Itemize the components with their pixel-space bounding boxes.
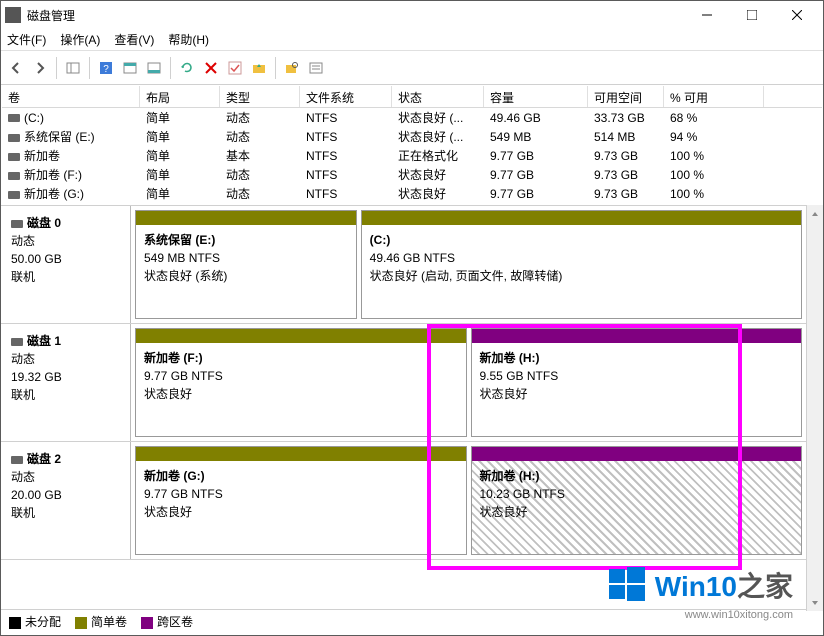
svg-text:?: ? [103, 64, 109, 75]
square-black-icon [9, 617, 21, 629]
menu-help[interactable]: 帮助(H) [168, 31, 209, 48]
col-type[interactable]: 类型 [220, 86, 300, 107]
window-title: 磁盘管理 [27, 7, 684, 24]
table-row[interactable]: 系统保留 (E:)简单动态NTFS状态良好 (...549 MB514 MB94… [2, 127, 822, 146]
square-olive-icon [75, 617, 87, 629]
volume-color-bar [136, 329, 466, 343]
separator-icon [170, 57, 171, 79]
toolbar: ? [1, 51, 823, 85]
minimize-button[interactable] [684, 1, 729, 29]
volume-color-bar [362, 211, 801, 225]
titlebar: 磁盘管理 [1, 1, 823, 29]
forward-icon[interactable] [29, 57, 51, 79]
refresh-icon[interactable] [176, 57, 198, 79]
graphical-view: 磁盘 0动态50.00 GB联机系统保留 (E:)549 MB NTFS状态良好… [1, 205, 823, 609]
volume-block[interactable]: 新加卷 (H:)10.23 GB NTFS状态良好 [471, 446, 803, 555]
table-row[interactable]: 新加卷 (F:)简单动态NTFS状态良好9.77 GB9.73 GB100 % [2, 165, 822, 184]
disk-volumes: 新加卷 (G:)9.77 GB NTFS状态良好新加卷 (H:)10.23 GB… [131, 442, 806, 559]
windows-logo-icon [607, 565, 647, 605]
volume-block[interactable]: 新加卷 (F:)9.77 GB NTFS状态良好 [135, 328, 467, 437]
table-row[interactable]: (C:)简单动态NTFS状态良好 (...49.46 GB33.73 GB68 … [2, 108, 822, 127]
volume-block[interactable]: 系统保留 (E:)549 MB NTFS状态良好 (系统) [135, 210, 357, 319]
legend-simple: 简单卷 [75, 613, 127, 630]
disk-volumes: 新加卷 (F:)9.77 GB NTFS状态良好新加卷 (H:)9.55 GB … [131, 324, 806, 441]
check-icon[interactable] [224, 57, 246, 79]
show-hide-tree-icon[interactable] [62, 57, 84, 79]
back-icon[interactable] [5, 57, 27, 79]
disk-info[interactable]: 磁盘 2动态20.00 GB联机 [1, 442, 131, 559]
disk-row: 磁盘 1动态19.32 GB联机新加卷 (F:)9.77 GB NTFS状态良好… [1, 324, 823, 442]
legend-unallocated: 未分配 [9, 613, 61, 630]
help-icon[interactable]: ? [95, 57, 117, 79]
window: 磁盘管理 文件(F) 操作(A) 查看(V) 帮助(H) ? 卷 布局 [0, 0, 824, 636]
view-top-icon[interactable] [119, 57, 141, 79]
volume-color-bar [136, 447, 466, 461]
table-row[interactable]: 新加卷 (G:)简单动态NTFS状态良好9.77 GB9.73 GB100 % [2, 184, 822, 203]
volume-block[interactable]: 新加卷 (G:)9.77 GB NTFS状态良好 [135, 446, 467, 555]
table-row[interactable]: 新加卷简单基本NTFS正在格式化9.77 GB9.73 GB100 % [2, 146, 822, 165]
list-header: 卷 布局 类型 文件系统 状态 容量 可用空间 % 可用 [2, 86, 822, 108]
col-status[interactable]: 状态 [392, 86, 484, 107]
separator-icon [275, 57, 276, 79]
col-fs[interactable]: 文件系统 [300, 86, 392, 107]
volume-color-bar [472, 329, 802, 343]
volume-color-bar [472, 447, 802, 461]
menu-action[interactable]: 操作(A) [60, 31, 100, 48]
menu-view[interactable]: 查看(V) [114, 31, 154, 48]
scroll-down-icon[interactable] [807, 594, 823, 611]
disk-info[interactable]: 磁盘 1动态19.32 GB联机 [1, 324, 131, 441]
folder-up-icon[interactable] [248, 57, 270, 79]
scroll-up-icon[interactable] [807, 205, 823, 222]
menu-file[interactable]: 文件(F) [7, 31, 46, 48]
disk-volumes: 系统保留 (E:)549 MB NTFS状态良好 (系统)(C:)49.46 G… [131, 206, 806, 323]
scrollbar-vertical[interactable] [806, 205, 823, 611]
view-bottom-icon[interactable] [143, 57, 165, 79]
volume-color-bar [136, 211, 356, 225]
disk-row: 磁盘 0动态50.00 GB联机系统保留 (E:)549 MB NTFS状态良好… [1, 206, 823, 324]
col-capacity[interactable]: 容量 [484, 86, 588, 107]
watermark-url: www.win10xitong.com [685, 609, 793, 621]
settings-icon[interactable] [305, 57, 327, 79]
menubar: 文件(F) 操作(A) 查看(V) 帮助(H) [1, 29, 823, 51]
app-icon [5, 7, 21, 23]
disk-row: 磁盘 2动态20.00 GB联机新加卷 (G:)9.77 GB NTFS状态良好… [1, 442, 823, 560]
disk-info[interactable]: 磁盘 0动态50.00 GB联机 [1, 206, 131, 323]
square-purple-icon [141, 617, 153, 629]
legend-spanned: 跨区卷 [141, 613, 193, 630]
delete-icon[interactable] [200, 57, 222, 79]
col-pct[interactable]: % 可用 [664, 86, 764, 107]
maximize-button[interactable] [729, 1, 774, 29]
col-volume[interactable]: 卷 [2, 86, 140, 107]
volume-list: 卷 布局 类型 文件系统 状态 容量 可用空间 % 可用 (C:)简单动态NTF… [1, 85, 823, 205]
volume-block[interactable]: (C:)49.46 GB NTFS状态良好 (启动, 页面文件, 故障转储) [361, 210, 802, 319]
close-button[interactable] [774, 1, 819, 29]
col-free[interactable]: 可用空间 [588, 86, 664, 107]
separator-icon [89, 57, 90, 79]
folder-search-icon[interactable] [281, 57, 303, 79]
separator-icon [56, 57, 57, 79]
volume-block[interactable]: 新加卷 (H:)9.55 GB NTFS状态良好 [471, 328, 803, 437]
col-layout[interactable]: 布局 [140, 86, 220, 107]
watermark: Win10之家 www.win10xitong.com [607, 565, 793, 605]
